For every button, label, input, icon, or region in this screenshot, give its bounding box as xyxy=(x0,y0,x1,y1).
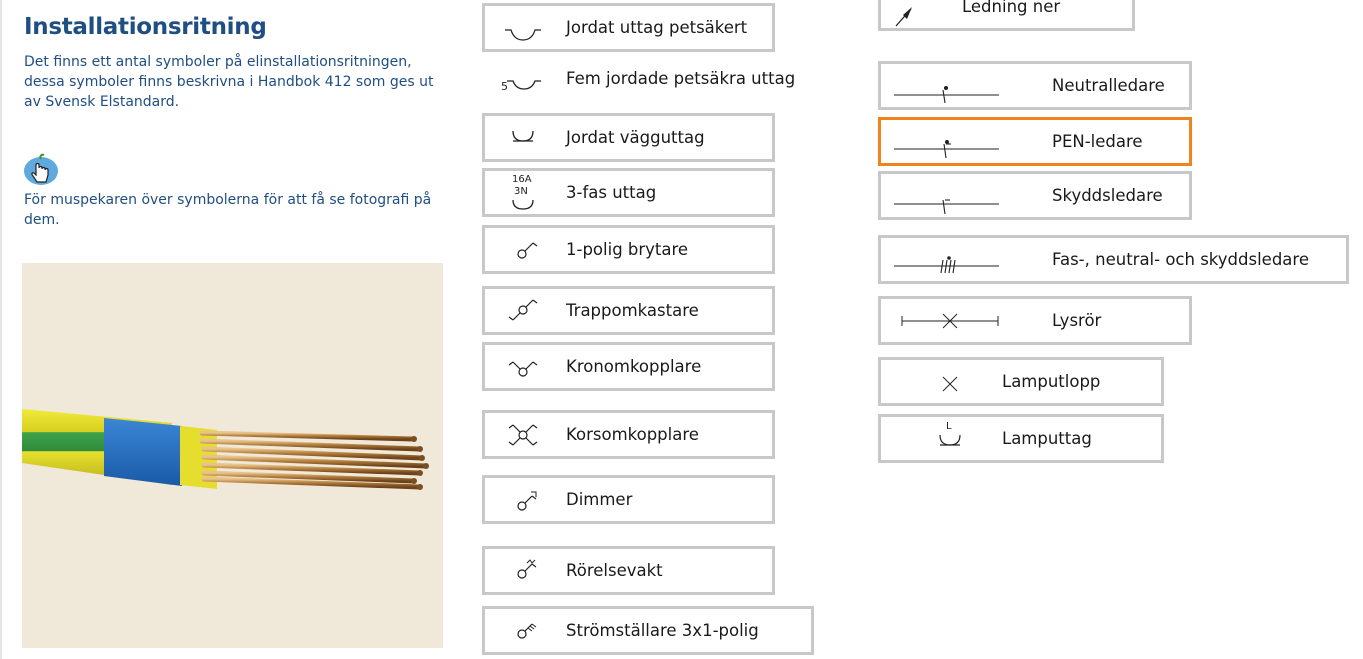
symbol-label: Dimmer xyxy=(566,490,633,509)
symbol-label: Fas-, neutral- och skyddsledare xyxy=(1052,250,1309,269)
symbol-label: 1-polig brytare xyxy=(566,240,689,259)
dimmer-icon xyxy=(517,491,537,511)
icon-count: 5 xyxy=(501,80,508,93)
single-pole-switch-icon xyxy=(517,242,538,259)
symbol-trappomkastare[interactable]: Trappomkastare xyxy=(482,286,775,335)
symbol-skyddsledare[interactable]: Skyddsledare xyxy=(878,171,1192,220)
lamp-outlet-icon xyxy=(942,376,958,392)
fluorescent-tube-icon xyxy=(901,313,999,329)
chandelier-switch-icon xyxy=(508,361,538,377)
icon-phase: 3N xyxy=(514,186,528,197)
symbol-lamputlopp[interactable]: Lamputlopp xyxy=(878,357,1164,406)
five-outlets-icon: 5 xyxy=(501,80,541,93)
symbol-fem-jordade-petsakra-uttag[interactable]: 5 Fem jordade petsäkra uttag xyxy=(482,54,812,103)
symbol-label: Fem jordade petsäkra uttag xyxy=(566,69,796,88)
triple-switch-icon xyxy=(517,623,537,639)
neutral-conductor-icon xyxy=(894,86,999,104)
symbol-3-fas-uttag[interactable]: 16A 3N 3-fas uttag xyxy=(482,168,775,217)
symbol-label: Strömställare 3x1-polig xyxy=(566,621,759,640)
icon-rating: 16A xyxy=(512,174,532,185)
left-edge xyxy=(0,0,2,659)
symbol-jordat-uttag-petsakert[interactable]: Jordat uttag petsäkert xyxy=(482,3,775,52)
symbol-label: Jordat uttag petsäkert xyxy=(566,18,748,37)
pen-conductor-icon xyxy=(894,140,999,159)
wire-down-icon xyxy=(895,7,912,27)
symbol-label: Korsomkopplare xyxy=(566,425,699,444)
symbol-lysror[interactable]: Lysrör xyxy=(878,296,1192,345)
symbol-korsomkopplare[interactable]: Korsomkopplare xyxy=(482,410,775,459)
pointer-hand-icon xyxy=(22,153,60,187)
symbol-label: Trappomkastare xyxy=(566,301,699,320)
hint-text: För muspekaren över symbolerna för att f… xyxy=(24,192,432,228)
symbol-label: Kronomkopplare xyxy=(566,357,702,376)
symbol-lamputtag[interactable]: L Lamputtag xyxy=(878,414,1164,463)
symbol-label: 3-fas uttag xyxy=(566,183,657,202)
symbol-label: Lamputtag xyxy=(1002,429,1092,448)
symbol-dimmer[interactable]: Dimmer xyxy=(482,475,775,524)
symbol-label: Skyddsledare xyxy=(1052,186,1163,205)
symbol-kronomkopplare[interactable]: Kronomkopplare xyxy=(482,342,775,391)
page-title: Installationsritning xyxy=(24,14,267,40)
symbol-label: Lamputlopp xyxy=(1002,372,1101,391)
lamp-socket-icon: L xyxy=(939,421,961,446)
icon-letter: L xyxy=(946,421,952,432)
symbol-1-polig-brytare[interactable]: 1-polig brytare xyxy=(482,225,775,274)
symbol-label: Neutralledare xyxy=(1052,76,1165,95)
symbol-fas-neutral-och-skyddsledare[interactable]: Fas-, neutral- och skyddsledare xyxy=(878,235,1349,284)
symbol-jordat-vagguttag[interactable]: Jordat vägguttag xyxy=(482,113,775,162)
grounded-wall-outlet-icon xyxy=(512,130,534,142)
symbol-rorelsevakt[interactable]: Rörelsevakt xyxy=(482,546,775,595)
cable-photo xyxy=(22,263,443,648)
phase-neutral-protective-icon xyxy=(894,256,999,274)
symbol-label: Lysrör xyxy=(1052,311,1102,330)
staircase-switch-icon xyxy=(508,299,538,321)
childproof-grounded-outlet-icon xyxy=(505,29,541,41)
symbol-neutralledare[interactable]: Neutralledare xyxy=(878,61,1192,110)
symbol-stromstallare-3x1-polig[interactable]: Strömställare 3x1-polig xyxy=(482,606,814,655)
motion-sensor-icon xyxy=(517,559,537,579)
symbol-label: Jordat vägguttag xyxy=(566,128,705,147)
symbol-label: PEN-ledare xyxy=(1052,132,1143,151)
protective-conductor-icon xyxy=(894,199,999,215)
symbol-ledning-ner[interactable]: Ledning ner xyxy=(878,0,1135,31)
intro-text: Det finns ett antal symboler på elinstal… xyxy=(24,54,434,110)
symbol-label: Rörelsevakt xyxy=(566,561,663,580)
cross-switch-icon xyxy=(508,424,538,446)
three-phase-outlet-icon: 16A 3N xyxy=(512,174,534,210)
symbol-pen-ledare[interactable]: PEN-ledare xyxy=(878,117,1192,166)
symbol-label: Ledning ner xyxy=(962,0,1061,16)
